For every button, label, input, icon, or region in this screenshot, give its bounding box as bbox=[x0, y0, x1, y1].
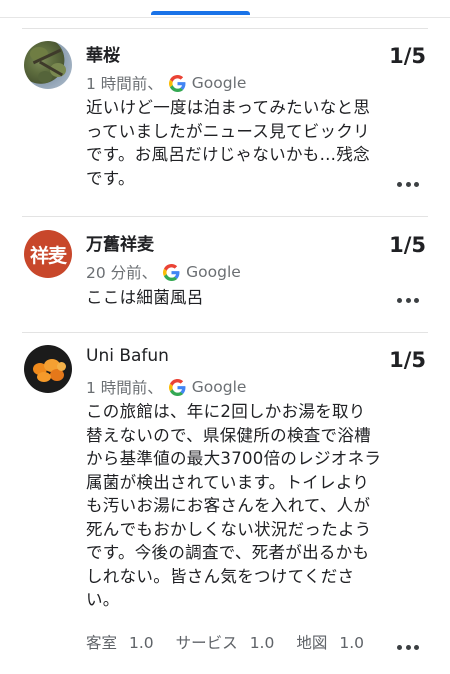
review-text-line: ここは細菌風呂 bbox=[86, 288, 204, 307]
reviewer-name[interactable]: 華桜 bbox=[86, 41, 120, 66]
review-source: Google bbox=[191, 74, 247, 92]
sub-rating-label: 客室 bbox=[86, 634, 118, 652]
review-text-line: です。お風呂だけじゃないかも…残念 bbox=[86, 145, 370, 164]
divider bbox=[22, 28, 428, 29]
avatar[interactable]: 祥麦 bbox=[24, 230, 72, 278]
google-g-icon bbox=[163, 263, 180, 281]
review-text-line: から基準値の最大3700倍のレジオネラ bbox=[86, 449, 382, 468]
sub-rating-value: 1.0 bbox=[339, 634, 365, 652]
review-rating: 1/5 bbox=[389, 348, 426, 372]
review-text-line: 属菌が検出されています。トイレより bbox=[86, 472, 370, 492]
more-options-icon[interactable] bbox=[397, 297, 419, 303]
review-text-line: い。 bbox=[86, 590, 120, 609]
review-rating: 1/5 bbox=[389, 233, 426, 257]
review-source: Google bbox=[186, 263, 241, 281]
sub-rating-value: 1.0 bbox=[129, 634, 154, 652]
review-source: Google bbox=[191, 378, 247, 396]
review-rating: 1/5 bbox=[389, 44, 426, 68]
google-g-icon bbox=[168, 74, 186, 92]
avatar[interactable] bbox=[24, 345, 72, 393]
review-text-line: しれない。皆さん気をつけてくださ bbox=[86, 566, 355, 586]
review-meta: 20 分前、 Google bbox=[86, 261, 241, 283]
reviewer-name[interactable]: 万舊祥麦 bbox=[86, 230, 154, 255]
review-time: 1 時間前、 bbox=[86, 379, 163, 397]
google-g-icon bbox=[168, 378, 186, 396]
review-text: この旅館は、年に2回しかお湯を取り 替えないので、県保健所の検査で浴槽 から基準… bbox=[86, 400, 388, 612]
review-text: 近いけど一度は泊まってみたいなと思 っていましたがニュース見てビックリ です。お… bbox=[86, 96, 388, 190]
review-text-line: 死んでもおかしくない状況だったよう bbox=[86, 519, 372, 539]
active-tab-indicator bbox=[151, 11, 250, 15]
review-text-line: です。 bbox=[86, 168, 135, 188]
sub-rating-label: サービス bbox=[175, 634, 238, 652]
more-options-icon[interactable] bbox=[397, 181, 419, 187]
review-text-line: 近いけど一度は泊まってみたいなと思 bbox=[86, 98, 371, 117]
reviewer-name[interactable]: Uni Bafun bbox=[86, 346, 169, 366]
review-time: 1 時間前、 bbox=[86, 75, 163, 93]
avatar[interactable] bbox=[24, 41, 72, 89]
review-text-line: っていましたがニュース見てビックリ bbox=[86, 121, 370, 141]
review-meta: 1 時間前、 Google bbox=[86, 376, 246, 398]
top-tab-strip bbox=[0, 0, 450, 18]
review-text-line: 替えないので、県保健所の検査で浴槽 bbox=[86, 425, 371, 445]
avatar-initials: 祥麦 bbox=[29, 244, 67, 267]
review-meta: 1 時間前、 Google bbox=[86, 72, 246, 94]
sub-rating-label: 地図 bbox=[296, 634, 328, 652]
review-text-line: この旅館は、年に2回しかお湯を取り bbox=[86, 402, 366, 421]
review-text-line: も汚いお湯にお客さんを入れて、人が bbox=[86, 496, 371, 515]
review-text: ここは細菌風呂 bbox=[86, 286, 388, 310]
review-time: 20 分前、 bbox=[86, 264, 158, 282]
divider bbox=[22, 332, 428, 333]
review-text-line: です。今後の調査で、死者が出るかも bbox=[86, 543, 370, 562]
divider bbox=[22, 216, 428, 217]
sub-ratings: 客室 1.0 サービス 1.0 地図 1.0 bbox=[86, 631, 364, 653]
sub-rating-value: 1.0 bbox=[249, 634, 275, 652]
more-options-icon[interactable] bbox=[397, 644, 419, 650]
